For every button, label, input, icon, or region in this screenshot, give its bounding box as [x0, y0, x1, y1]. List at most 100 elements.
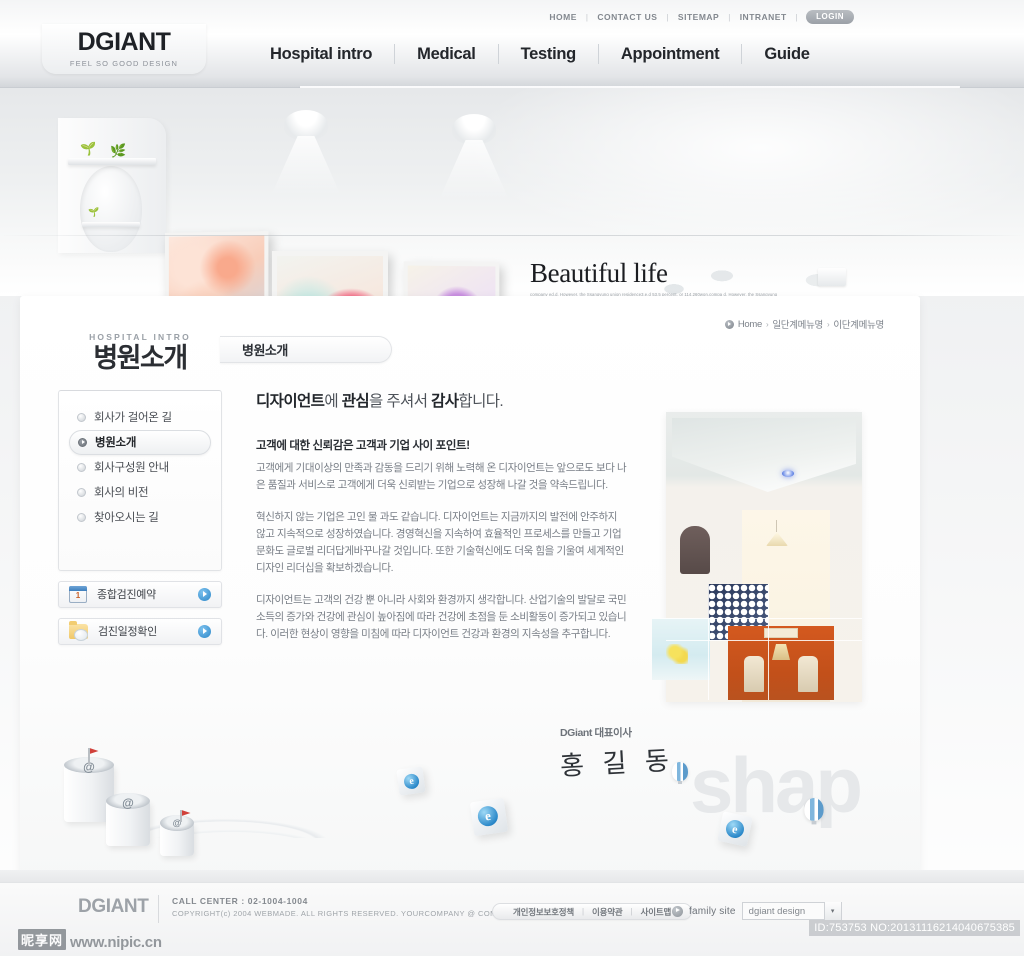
signature-name: 홍 길 동 — [559, 746, 676, 781]
family-site-label: family site — [689, 905, 736, 917]
image-id-watermark: ID:753753 NO:20131116214040675385 — [809, 920, 1020, 936]
nav-item-medical[interactable]: Medical — [395, 44, 499, 64]
sidebar-header: HOSPITAL INTRO 병원소개 — [58, 320, 222, 384]
lounge-wall-art — [764, 628, 798, 638]
hero-artwork-tulip — [272, 251, 388, 296]
lead-emphasis-thanks: 감사 — [431, 393, 459, 410]
wall-niche-decor: 🌱 🌿 🌱 — [58, 118, 166, 253]
quick-link-checkup-reservation[interactable]: 종합검진예약 — [58, 580, 222, 608]
sidebar-eyebrow: HOSPITAL INTRO — [89, 332, 191, 342]
breadcrumb-level1[interactable]: 일단계메뉴명 — [772, 317, 823, 331]
sidebar-item-hospital-intro[interactable]: 병원소개 — [69, 429, 211, 455]
sidebar-item-vision[interactable]: 회사의 비전 — [69, 480, 211, 505]
utility-separator: | — [795, 12, 799, 22]
breadcrumb-level2[interactable]: 이단계메뉴명 — [833, 317, 884, 331]
utility-link-sitemap[interactable]: SITEMAP — [669, 12, 728, 22]
sidebar-item-history[interactable]: 회사가 걸어온 길 — [69, 405, 211, 430]
balloon-basket — [811, 820, 817, 825]
balloon-bag — [804, 798, 824, 821]
balloon-bag — [672, 762, 688, 781]
niche-shelf-bottom — [82, 222, 140, 227]
sidebar-item-label: 병원소개 — [95, 437, 137, 450]
quick-link-label: 종합검진예약 — [97, 589, 156, 602]
main-pane: Home › 일단계메뉴명 › 이단계메뉴명 병원소개 디자이언트에 관심을 주… — [220, 316, 884, 702]
nav-item-testing[interactable]: Testing — [499, 44, 599, 64]
illustration-towers: @ @ @ — [42, 748, 262, 868]
tower: @ — [160, 815, 194, 856]
artwork-image — [277, 256, 383, 296]
photo-flower-inset — [652, 618, 710, 680]
lead-emphasis-company: 디자이언트 — [256, 393, 325, 410]
family-site-select[interactable]: dgiant design ▾ — [741, 902, 842, 920]
page-lead: 디자이언트에 관심을 주셔서 감사합니다. — [256, 389, 884, 411]
photo-grid-line — [708, 584, 709, 700]
lead-text: 합니다. — [458, 393, 504, 410]
plant-icon: 🌱 — [88, 207, 100, 217]
family-site-group: family site dgiant design ▾ — [672, 902, 842, 920]
illustration-cube: e — [469, 797, 509, 837]
hot-air-balloon-icon — [672, 762, 688, 784]
family-site-value: dgiant design — [748, 905, 806, 917]
logo-tagline: FEEL SO GOOD DESIGN — [69, 59, 179, 68]
nav-item-guide[interactable]: Guide — [742, 44, 831, 64]
hot-air-balloon-icon — [804, 798, 824, 825]
interior-photo — [652, 412, 862, 702]
page-title-tab: 병원소개 — [220, 336, 392, 363]
chevron-right-icon: › — [826, 319, 830, 329]
sidebar: HOSPITAL INTRO 병원소개 회사가 걸어온 길 병원소개 회사구성원… — [58, 320, 222, 645]
tower: @ — [106, 793, 150, 846]
arrow-circle-icon — [672, 905, 683, 917]
spotlight-beam — [439, 140, 509, 200]
hero-artwork-orchid — [403, 261, 500, 296]
wall-plaque — [680, 526, 710, 574]
spotlight-beam — [271, 136, 341, 196]
lead-emphasis-interest: 관심 — [341, 393, 370, 410]
lounge-lamp-icon — [772, 644, 790, 660]
chevron-right-icon — [78, 437, 87, 447]
quick-link-label: 검진일정확인 — [98, 626, 157, 639]
footer-copyright: COPYRIGHT(c) 2004 WEBMADE. ALL RIGHTS RE… — [172, 909, 519, 918]
content-panel: HOSPITAL INTRO 병원소개 회사가 걸어온 길 병원소개 회사구성원… — [20, 296, 920, 882]
illustration-cube: e — [717, 811, 753, 847]
sidebar-item-label: 회사가 걸어온 길 — [94, 412, 172, 425]
artwork-image — [407, 265, 496, 296]
utility-link-intranet[interactable]: INTRANET — [731, 12, 796, 22]
footer-link-privacy[interactable]: 개인정보보호정책 — [505, 906, 582, 918]
plant-icon: 🌿 — [110, 143, 127, 158]
quick-link-checkup-schedule[interactable]: 검진일정확인 — [58, 617, 222, 645]
body-paragraph: 혁신하지 않는 기업은 고인 물 과도 같습니다. 디자이언트는 지금까지의 발… — [256, 511, 624, 574]
utility-link-contact-us[interactable]: CONTACT US — [588, 12, 666, 22]
page-root: HOME | CONTACT US | SITEMAP | INTRANET |… — [0, 0, 1024, 956]
e-symbol-icon: e — [403, 772, 421, 790]
ceiling-led-icon — [782, 470, 794, 477]
sidebar-item-label: 회사구성원 안내 — [94, 462, 169, 475]
logo-wordmark: DGIANT — [77, 28, 171, 56]
footer-logo: DGIANT — [78, 896, 149, 917]
artwork-image — [168, 235, 265, 296]
bullet-icon — [77, 462, 86, 472]
at-symbol-icon: @ — [122, 796, 134, 810]
login-button[interactable]: LOGIN — [806, 10, 854, 24]
nav-item-hospital-intro[interactable]: Hospital intro — [248, 44, 396, 64]
nav-item-appointment[interactable]: Appointment — [599, 44, 743, 64]
sidebar-item-directions[interactable]: 찾아오시는 길 — [69, 505, 211, 530]
bullet-icon — [77, 512, 86, 522]
breadcrumb-home[interactable]: Home — [738, 319, 762, 330]
chevron-down-icon[interactable]: ▾ — [823, 902, 841, 920]
utility-link-home[interactable]: HOME — [540, 12, 586, 22]
folder-icon — [69, 620, 88, 641]
balloon-basket — [678, 781, 682, 784]
site-logo[interactable]: DGIANT FEEL SO GOOD DESIGN — [42, 24, 206, 74]
nipic-watermark: 昵享网 www.nipic.cn — [18, 929, 162, 950]
site-header: HOME | CONTACT US | SITEMAP | INTRANET |… — [0, 0, 1024, 112]
bottom-illustration: shap DGiant 대표이사 홍 길 동 @ @ @ e e e — [20, 702, 920, 882]
sidebar-item-members[interactable]: 회사구성원 안내 — [69, 455, 211, 480]
illustration-cube: e — [396, 766, 426, 796]
photo-lounge-inset — [728, 626, 834, 700]
site-footer: DGIANT CALL CENTER : 02-1004-1004 COPYRI… — [0, 882, 1024, 956]
body-column: 고객에 대한 신뢰감은 고객과 기업 사이 포인트! 고객에게 기대이상의 만족… — [256, 437, 628, 643]
sidebar-item-label: 회사의 비전 — [94, 487, 149, 500]
home-icon — [724, 319, 734, 329]
e-symbol-icon: e — [476, 804, 500, 828]
footer-link-terms[interactable]: 이용약관 — [584, 906, 630, 918]
